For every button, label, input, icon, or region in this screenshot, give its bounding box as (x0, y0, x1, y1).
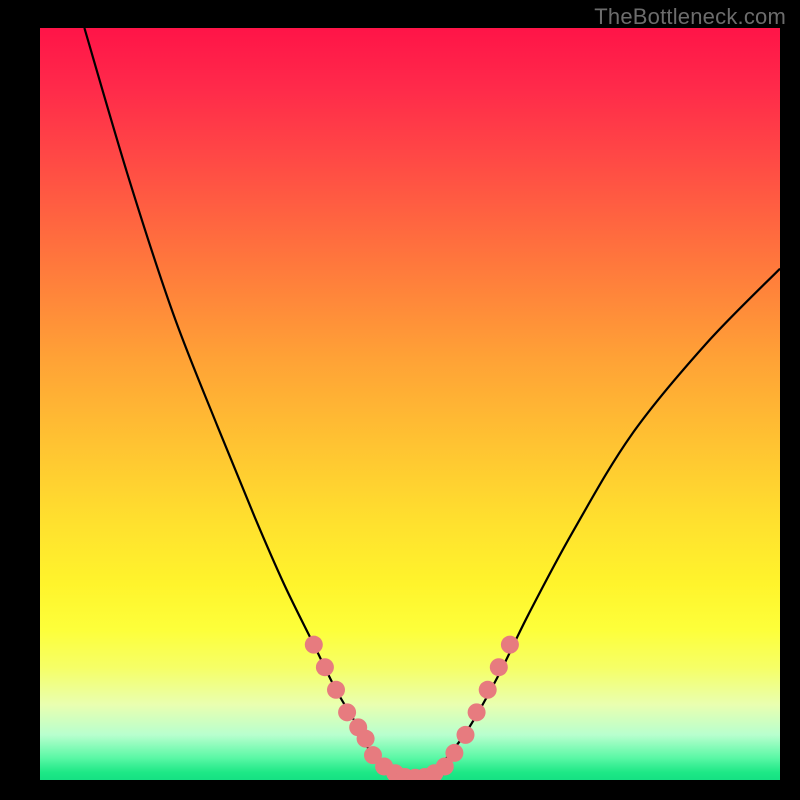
chart-svg (40, 28, 780, 780)
highlighted-point (305, 636, 323, 654)
bottleneck-curve (84, 28, 780, 780)
highlighted-point (490, 658, 508, 676)
highlighted-point (479, 681, 497, 699)
highlighted-point (316, 658, 334, 676)
attribution-label: TheBottleneck.com (594, 4, 786, 30)
chart-frame: TheBottleneck.com (0, 0, 800, 800)
chart-plot-area (40, 28, 780, 780)
highlighted-points-group (305, 636, 519, 780)
highlighted-point (327, 681, 345, 699)
highlighted-point (338, 703, 356, 721)
highlighted-point (468, 703, 486, 721)
highlighted-point (457, 726, 475, 744)
highlighted-point (357, 730, 375, 748)
highlighted-point (501, 636, 519, 654)
highlighted-point (445, 744, 463, 762)
